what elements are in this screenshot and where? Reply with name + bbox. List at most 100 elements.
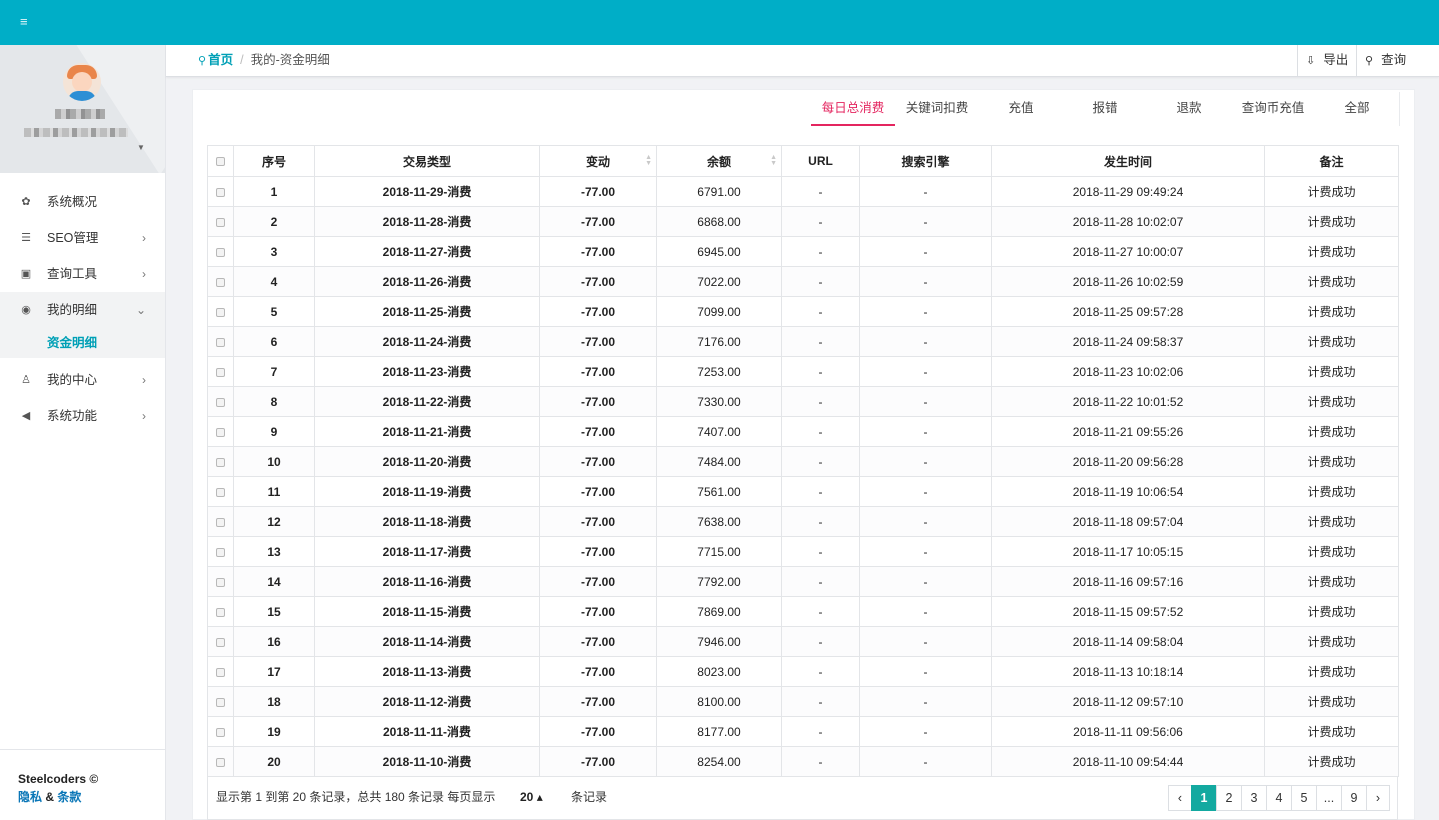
page-button[interactable]: 9 — [1341, 785, 1367, 811]
cell-search-engine: - — [859, 236, 992, 267]
select-all-checkbox[interactable] — [216, 157, 225, 167]
column-header-remark[interactable]: 备注 — [1264, 145, 1399, 177]
cell-search-engine: - — [859, 536, 992, 567]
tab-error-report[interactable]: 报错 — [1063, 92, 1147, 126]
page-button[interactable]: 2 — [1216, 785, 1242, 811]
row-checkbox[interactable] — [216, 547, 225, 557]
person-icon: ♙ — [21, 374, 31, 386]
cell-balance: 7715.00 — [656, 536, 782, 567]
column-header-time[interactable]: 发生时间 — [991, 145, 1265, 177]
page-button[interactable]: 5 — [1291, 785, 1317, 811]
page-button[interactable]: 3 — [1241, 785, 1267, 811]
row-checkbox[interactable] — [216, 457, 225, 467]
table-row[interactable]: 17 2018-11-13-消费 -77.00 8023.00- -2018-11-13… — [207, 656, 1399, 687]
cell-time: 2018-11-18 09:57:04 — [991, 506, 1265, 537]
query-button[interactable]: ⚲ 查询 — [1356, 45, 1414, 76]
sidebar-item-label: 查询工具 — [47, 267, 98, 281]
table-row[interactable]: 14 2018-11-16-消费 -77.00 7792.00- -2018-11-16… — [207, 566, 1399, 597]
sidebar-subitem-fund-details[interactable]: 资金明细 — [0, 328, 165, 358]
avatar[interactable] — [63, 63, 101, 101]
table-row[interactable]: 9 2018-11-21-消费 -77.00 7407.00- -2018-11-21 … — [207, 416, 1399, 447]
export-button[interactable]: ⇩ 导出 — [1297, 45, 1356, 76]
row-checkbox[interactable] — [216, 307, 225, 317]
table-row[interactable]: 20 2018-11-10-消费 -77.00 8254.00- -2018-11-10… — [207, 746, 1399, 777]
hamburger-icon[interactable]: ≡ — [20, 15, 32, 28]
table-row[interactable]: 4 2018-11-26-消费 -77.00 7022.00- -2018-11-26 … — [207, 266, 1399, 297]
table-row[interactable]: 10 2018-11-20-消费 -77.00 7484.00- -2018-11-20… — [207, 446, 1399, 477]
next-page-button[interactable]: › — [1366, 785, 1390, 811]
tab-daily-consumption[interactable]: 每日总消费 — [811, 92, 895, 126]
row-checkbox[interactable] — [216, 757, 225, 767]
table-row[interactable]: 19 2018-11-11-消费 -77.00 8177.00- -2018-11-11… — [207, 716, 1399, 747]
privacy-link[interactable]: 隐私 — [18, 790, 42, 804]
export-icon: ⇩ — [1306, 55, 1316, 67]
tab-all[interactable]: 全部 — [1315, 92, 1399, 126]
column-header-balance[interactable]: 余额 ▲ ▼ — [656, 145, 782, 177]
row-checkbox[interactable] — [216, 667, 225, 677]
table-row[interactable]: 1 2018-11-29-消费 -77.00 6791.00- -2018-11-29 … — [207, 176, 1399, 207]
page-button[interactable]: 4 — [1266, 785, 1292, 811]
terms-link[interactable]: 条款 — [57, 790, 81, 804]
row-checkbox[interactable] — [216, 337, 225, 347]
breadcrumb-home[interactable]: 首页 — [208, 53, 233, 67]
table-row[interactable]: 3 2018-11-27-消费 -77.00 6945.00- -2018-11-27 … — [207, 236, 1399, 267]
row-checkbox[interactable] — [216, 637, 225, 647]
cell-search-engine: - — [859, 356, 992, 387]
row-checkbox[interactable] — [216, 517, 225, 527]
sidebar-item-query-tools[interactable]: ▣ 查询工具 › — [0, 256, 165, 292]
cell-balance: 7176.00 — [656, 326, 782, 357]
tab-keyword-charge[interactable]: 关键词扣费 — [895, 92, 979, 126]
row-checkbox[interactable] — [216, 577, 225, 587]
column-header-search-engine[interactable]: 搜索引擎 — [859, 145, 992, 177]
row-checkbox[interactable] — [216, 397, 225, 407]
sort-icon[interactable]: ▲ ▼ — [645, 154, 652, 167]
row-checkbox[interactable] — [216, 487, 225, 497]
cell-change: -77.00 — [539, 476, 657, 507]
row-checkbox[interactable] — [216, 247, 225, 257]
sidebar-item-overview[interactable]: ✿ 系统概况 — [0, 184, 165, 220]
sidebar-item-my-details[interactable]: ◉ 我的明细 ⌄ — [0, 292, 165, 328]
cell-index: 19 — [233, 716, 315, 747]
cell-time: 2018-11-17 10:05:15 — [991, 536, 1265, 567]
table-row[interactable]: 13 2018-11-17-消费 -77.00 7715.00- -2018-11-17… — [207, 536, 1399, 567]
table-row[interactable]: 11 2018-11-19-消费 -77.00 7561.00- -2018-11-19… — [207, 476, 1399, 507]
sidebar-item-my-center[interactable]: ♙ 我的中心 › — [0, 362, 165, 398]
sidebar-item-seo[interactable]: ☰ SEO管理 › — [0, 220, 165, 256]
row-checkbox[interactable] — [216, 427, 225, 437]
column-header-change[interactable]: 变动 ▲ ▼ — [539, 145, 657, 177]
column-header-index[interactable]: 序号 — [233, 145, 315, 177]
column-header-type[interactable]: 交易类型 — [314, 145, 540, 177]
table-row[interactable]: 15 2018-11-15-消费 -77.00 7869.00- -2018-11-15… — [207, 596, 1399, 627]
cell-time: 2018-11-29 09:49:24 — [991, 176, 1265, 207]
table-row[interactable]: 18 2018-11-12-消费 -77.00 8100.00- -2018-11-12… — [207, 686, 1399, 717]
cell-balance: 7253.00 — [656, 356, 782, 387]
tab-query-coin-recharge[interactable]: 查询币充值 — [1231, 92, 1315, 126]
table-row[interactable]: 2 2018-11-28-消费 -77.00 6868.00- -2018-11-28 … — [207, 206, 1399, 237]
row-checkbox[interactable] — [216, 697, 225, 707]
column-header-url[interactable]: URL — [781, 145, 860, 177]
cell-type: 2018-11-12-消费 — [314, 686, 540, 717]
sidebar-item-system[interactable]: ◀ 系统功能 › — [0, 398, 165, 434]
prev-page-button[interactable]: ‹ — [1168, 785, 1192, 811]
profile-dropdown-icon[interactable]: ▼ — [137, 143, 145, 152]
row-checkbox[interactable] — [216, 607, 225, 617]
cell-search-engine: - — [859, 656, 992, 687]
tab-recharge[interactable]: 充值 — [979, 92, 1063, 126]
cell-change: -77.00 — [539, 236, 657, 267]
tab-refund[interactable]: 退款 — [1147, 92, 1231, 126]
table-row[interactable]: 16 2018-11-14-消费 -77.00 7946.00- -2018-11-14… — [207, 626, 1399, 657]
row-checkbox[interactable] — [216, 277, 225, 287]
cell-url: - — [781, 206, 860, 237]
page-button[interactable]: 1 — [1191, 785, 1217, 811]
row-checkbox[interactable] — [216, 727, 225, 737]
table-row[interactable]: 5 2018-11-25-消费 -77.00 7099.00- -2018-11-25 … — [207, 296, 1399, 327]
table-row[interactable]: 12 2018-11-18-消费 -77.00 7638.00- -2018-11-18… — [207, 506, 1399, 537]
sort-icon[interactable]: ▲ ▼ — [770, 154, 777, 167]
table-row[interactable]: 7 2018-11-23-消费 -77.00 7253.00- -2018-11-23 … — [207, 356, 1399, 387]
row-checkbox[interactable] — [216, 217, 225, 227]
row-checkbox[interactable] — [216, 187, 225, 197]
row-checkbox[interactable] — [216, 367, 225, 377]
table-row[interactable]: 8 2018-11-22-消费 -77.00 7330.00- -2018-11-22 … — [207, 386, 1399, 417]
page-size-dropdown[interactable]: 20 ▴ — [520, 777, 543, 818]
table-row[interactable]: 6 2018-11-24-消费 -77.00 7176.00- -2018-11-24 … — [207, 326, 1399, 357]
